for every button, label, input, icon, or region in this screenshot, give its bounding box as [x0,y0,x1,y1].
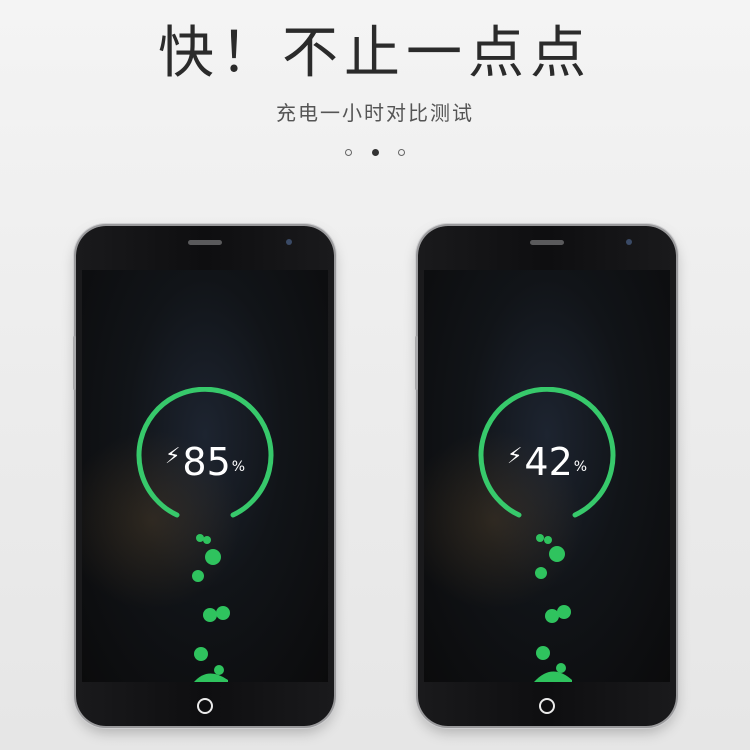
bubble [549,546,565,562]
bubble [203,536,211,544]
side-button [73,336,76,390]
carousel-dot-2-active[interactable] [371,149,379,156]
bubble-pool [534,671,572,682]
bubble [216,606,230,620]
bubble [196,534,204,542]
bubble [203,608,217,622]
front-camera [626,239,632,245]
subtitle: 充电一小时对比测试 [276,101,474,125]
bubble-pool [194,673,228,682]
home-button[interactable] [539,698,555,714]
bubble [545,609,559,623]
carousel-dot-3[interactable] [397,149,405,156]
phone-right: ⚡42% [415,226,676,726]
bubble-column [192,534,230,682]
bubble [214,665,224,675]
bubble [536,646,550,660]
side-button [415,336,418,390]
phone-screen: ⚡42% [424,270,670,682]
carousel-indicator [0,141,750,160]
headline: 快！不止一点点 [158,21,592,86]
home-button[interactable] [197,698,213,714]
bubble [557,605,571,619]
phone-screen: ⚡85% [82,270,328,682]
bubble-column [534,534,572,682]
bubble [535,567,547,579]
bubble [192,570,204,582]
bubble [205,549,221,565]
carousel-dot-1[interactable] [345,149,353,156]
speaker-grille [188,240,222,245]
phone-left: ⚡85% [73,226,334,726]
bubble [536,534,544,542]
speaker-grille [530,240,564,245]
front-camera [286,239,292,245]
bubble [556,663,566,673]
bubble [544,536,552,544]
bubble [194,647,208,661]
